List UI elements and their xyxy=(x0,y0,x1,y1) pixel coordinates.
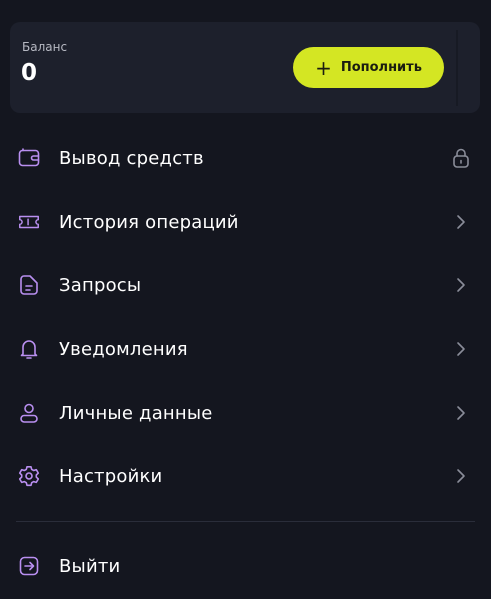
user-icon xyxy=(17,401,41,425)
logout-button[interactable]: Выйти xyxy=(0,544,491,588)
plus-icon: + xyxy=(315,55,332,80)
chevron-right-icon xyxy=(450,338,472,360)
menu-item-requests[interactable]: Запросы xyxy=(0,263,491,307)
menu-item-label: Настройки xyxy=(59,465,163,487)
menu-item-label: Личные данные xyxy=(59,402,213,424)
menu-item-withdraw[interactable]: Вывод средств xyxy=(0,136,491,180)
chevron-right-icon xyxy=(450,402,472,424)
menu-item-label: Запросы xyxy=(59,274,142,296)
ticket-icon xyxy=(17,210,41,234)
chevron-right-icon xyxy=(450,465,472,487)
document-icon xyxy=(17,273,41,297)
topup-button[interactable]: + Пополнить xyxy=(293,47,444,88)
balance-label: Баланс xyxy=(22,40,68,54)
chevron-right-icon xyxy=(450,274,472,296)
menu-item-history[interactable]: История операций xyxy=(0,200,491,244)
menu-item-label: История операций xyxy=(59,211,239,233)
chevron-right-icon xyxy=(450,211,472,233)
lock-icon xyxy=(450,147,472,169)
balance-card: Баланс 0 + Пополнить xyxy=(10,22,480,113)
gear-icon xyxy=(17,464,41,488)
menu-item-notifications[interactable]: Уведомления xyxy=(0,327,491,371)
logout-label: Выйти xyxy=(59,555,121,577)
card-divider xyxy=(456,30,458,106)
menu-item-personal-data[interactable]: Личные данные xyxy=(0,391,491,435)
wallet-icon xyxy=(17,146,41,170)
logout-icon xyxy=(17,554,41,578)
menu-separator xyxy=(16,521,475,522)
topup-button-label: Пополнить xyxy=(340,60,422,75)
balance-value: 0 xyxy=(21,60,38,86)
menu-item-settings[interactable]: Настройки xyxy=(0,454,491,498)
bell-icon xyxy=(17,337,41,361)
menu-item-label: Уведомления xyxy=(59,338,188,360)
menu-item-label: Вывод средств xyxy=(59,147,204,169)
